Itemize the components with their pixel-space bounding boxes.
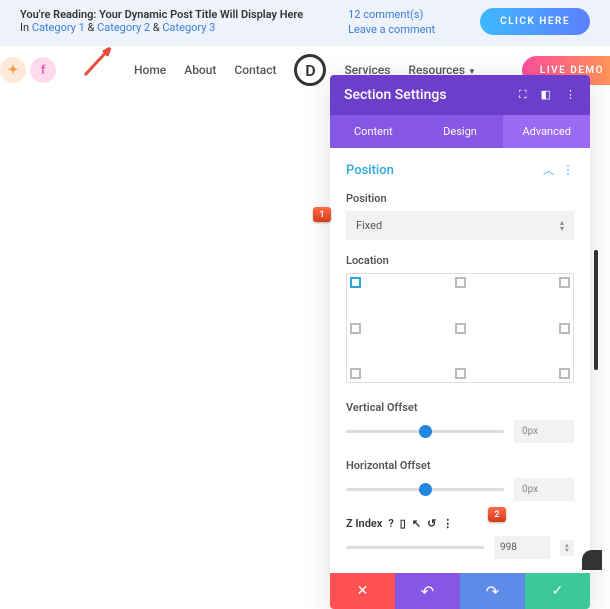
position-select[interactable]: Fixed ▴▾	[346, 211, 574, 240]
comments-info: 12 comment(s) Leave a comment	[348, 8, 435, 38]
confirm-button[interactable]: ✓	[525, 573, 590, 609]
location-top-right[interactable]	[559, 277, 570, 288]
slider-thumb[interactable]	[419, 425, 432, 438]
location-top-center[interactable]	[455, 277, 466, 288]
location-label: Location	[346, 254, 574, 267]
reading-label: You're Reading:	[20, 8, 96, 21]
location-bottom-right[interactable]	[559, 368, 570, 379]
zindex-row: Z Index ? ▯ ↖ ↺ ⋮	[346, 517, 574, 530]
nav-home[interactable]: Home	[134, 63, 166, 77]
tab-design[interactable]: Design	[417, 115, 504, 148]
zindex-more-icon[interactable]: ⋮	[442, 517, 453, 530]
category-2-link[interactable]: Category 2	[97, 21, 150, 34]
select-arrows-icon: ▴▾	[560, 220, 564, 232]
corner-handle-icon[interactable]	[582, 550, 602, 570]
tab-advanced[interactable]: Advanced	[503, 115, 590, 148]
location-bottom-left[interactable]	[350, 368, 361, 379]
location-grid	[346, 273, 574, 383]
section-more-icon[interactable]: ⋮	[562, 163, 574, 177]
section-settings-panel: Section Settings ⛶ ◧ ⋮ Content Design Ad…	[330, 75, 590, 609]
location-bottom-center[interactable]	[455, 368, 466, 379]
tab-content[interactable]: Content	[330, 115, 417, 148]
redo-button[interactable]: ↷	[460, 573, 525, 609]
nav-contact[interactable]: Contact	[234, 63, 276, 77]
location-middle-right[interactable]	[559, 323, 570, 334]
reset-icon[interactable]: ↺	[427, 517, 436, 530]
facebook-icon[interactable]: f	[30, 57, 56, 83]
reading-info: You're Reading: Your Dynamic Post Title …	[20, 8, 303, 34]
help-icon[interactable]: ?	[388, 517, 393, 530]
position-section-header[interactable]: Position ︿⋮	[346, 162, 574, 178]
leave-comment-link[interactable]: Leave a comment	[348, 23, 435, 36]
top-notification-bar: You're Reading: Your Dynamic Post Title …	[0, 0, 610, 46]
horizontal-offset-label: Horizontal Offset	[346, 459, 574, 472]
panel-footer: ✕ ↶ ↷ ✓	[330, 573, 590, 609]
category-3-link[interactable]: Category 3	[162, 21, 215, 34]
twitter-icon[interactable]: ✦	[0, 57, 26, 83]
annotation-badge-1: 1	[313, 207, 331, 222]
column-icon[interactable]: ◧	[541, 88, 551, 102]
more-icon[interactable]: ⋮	[565, 88, 576, 102]
nav-about[interactable]: About	[184, 63, 216, 77]
zindex-stepper[interactable]: ▲▼	[560, 540, 574, 556]
undo-button[interactable]: ↶	[395, 573, 460, 609]
horizontal-offset-input[interactable]	[514, 478, 574, 501]
position-label: Position	[346, 192, 574, 205]
zindex-slider[interactable]	[346, 546, 484, 549]
hover-icon[interactable]: ↖	[412, 517, 421, 530]
logo-icon[interactable]: D	[294, 54, 326, 86]
annotation-badge-2: 2	[488, 507, 506, 522]
expand-icon[interactable]: ⛶	[519, 88, 527, 102]
horizontal-offset-slider[interactable]	[346, 488, 504, 491]
panel-header: Section Settings ⛶ ◧ ⋮	[330, 75, 590, 115]
scrollbar-indicator[interactable]	[594, 250, 598, 370]
panel-tabs: Content Design Advanced	[330, 115, 590, 148]
location-middle-left[interactable]	[350, 323, 361, 334]
click-here-button[interactable]: CLICK HERE	[480, 8, 590, 35]
vertical-offset-input[interactable]	[514, 420, 574, 443]
tablet-icon[interactable]: ▯	[400, 517, 406, 530]
vertical-offset-label: Vertical Offset	[346, 401, 574, 414]
zindex-input[interactable]	[494, 536, 550, 559]
panel-title: Section Settings	[344, 87, 447, 103]
location-middle-center[interactable]	[455, 323, 466, 334]
comments-count-link[interactable]: 12 comment(s)	[348, 8, 435, 21]
slider-thumb[interactable]	[419, 483, 432, 496]
category-1-link[interactable]: Category 1	[32, 21, 85, 34]
post-title: Your Dynamic Post Title Will Display Her…	[99, 8, 303, 21]
close-button[interactable]: ✕	[330, 573, 395, 609]
collapse-icon[interactable]: ︿	[543, 162, 554, 178]
vertical-offset-slider[interactable]	[346, 430, 504, 433]
panel-body: Position ︿⋮ Position Fixed ▴▾ Location V…	[330, 148, 590, 573]
location-top-left[interactable]	[350, 277, 361, 288]
